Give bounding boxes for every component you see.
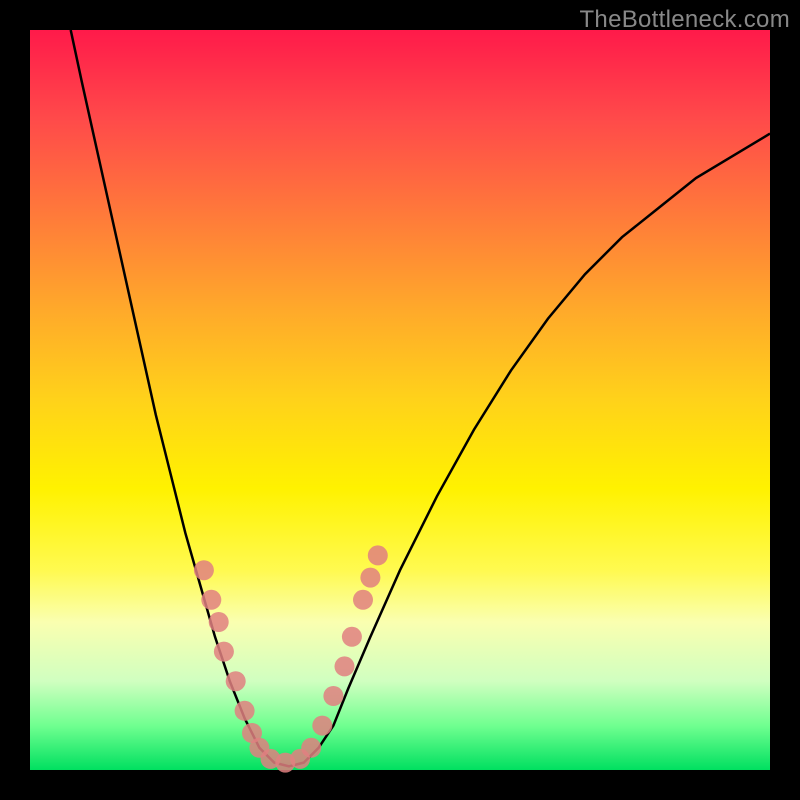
data-point (226, 671, 246, 691)
data-point (353, 590, 373, 610)
data-point (235, 701, 255, 721)
data-point (214, 642, 234, 662)
data-point (368, 545, 388, 565)
data-point (342, 627, 362, 647)
data-point (360, 568, 380, 588)
data-point (312, 716, 332, 736)
bottleneck-curve (71, 30, 770, 766)
data-point (209, 612, 229, 632)
data-point (323, 686, 343, 706)
data-point (201, 590, 221, 610)
data-point (194, 560, 214, 580)
data-point (301, 738, 321, 758)
marker-layer (194, 545, 388, 772)
curve-layer (71, 30, 770, 766)
chart-svg (0, 0, 800, 800)
data-point (335, 656, 355, 676)
